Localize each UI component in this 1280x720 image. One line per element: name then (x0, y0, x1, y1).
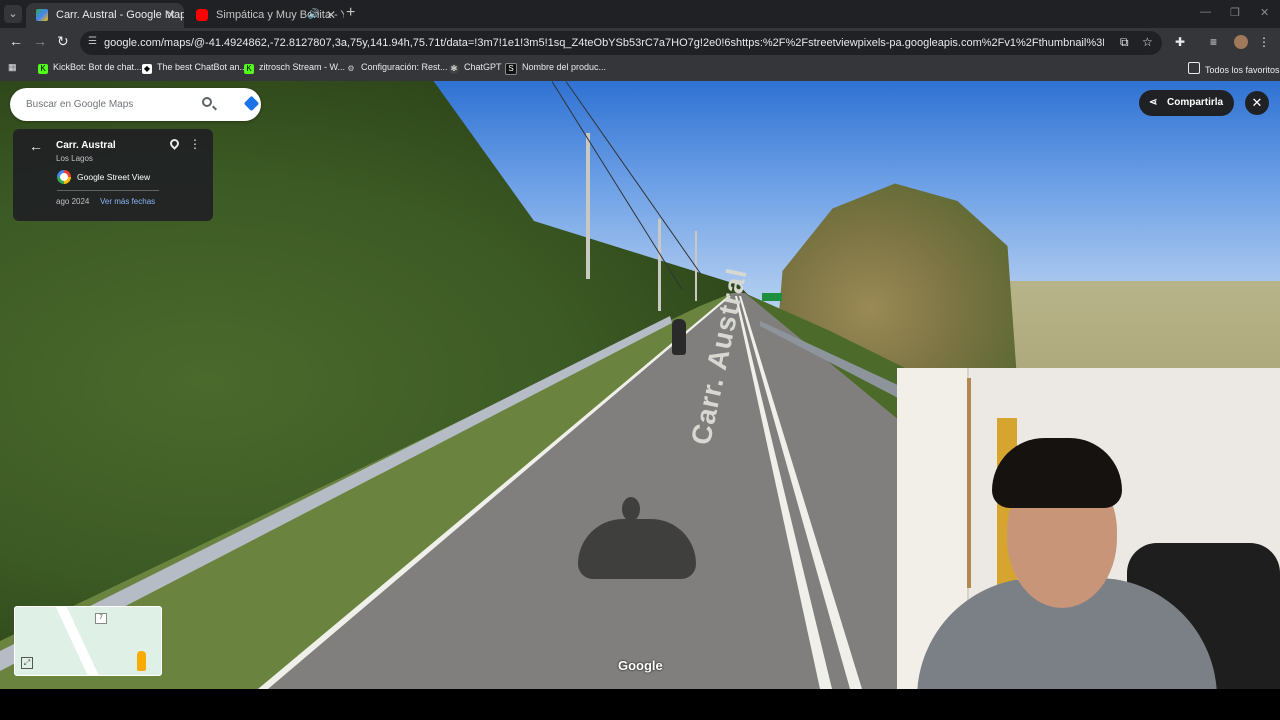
maps-search-box[interactable]: Buscar en Google Maps (10, 88, 261, 121)
bookmark-chatbot[interactable]: ◆ The best ChatBot an... (142, 62, 247, 74)
imagery-source: Google Street View (77, 172, 151, 182)
bookmark-kickbot[interactable]: K KickBot: Bot de chat... (38, 62, 142, 74)
bottom-letterbox (0, 689, 1280, 720)
minimize-button[interactable]: — (1200, 6, 1211, 18)
install-app-icon[interactable]: ⧉ (1120, 35, 1129, 50)
bookmark-producto[interactable]: S Nombre del produc... (505, 62, 606, 75)
location-pin-icon[interactable] (168, 137, 181, 150)
reload-icon[interactable]: ↻ (57, 33, 69, 50)
more-options-icon[interactable]: ⋮ (189, 137, 201, 151)
back-icon[interactable]: ← (9, 33, 23, 49)
s-icon: S (505, 63, 517, 75)
street-view-info-card: ← Carr. Austral Los Lagos ⋮ Google Stree… (13, 129, 213, 221)
bookmark-chatgpt[interactable]: ✻ ChatGPT (449, 62, 502, 74)
webcam-overlay (897, 368, 1280, 691)
openai-icon: ✻ (449, 64, 459, 74)
media-controls-icon[interactable]: ≡ (1210, 35, 1217, 49)
gear-icon: ⚙ (347, 64, 355, 73)
browser-toolbar: ← → ↻ ☰ google.com/maps/@-41.4924862,-72… (0, 28, 1280, 58)
tab-title: Simpática y Muy Bonita - Yo (216, 9, 344, 21)
chatbot-icon: ◆ (142, 64, 152, 74)
directions-icon[interactable] (243, 95, 260, 112)
bookmark-star-icon[interactable]: ☆ (1142, 35, 1153, 49)
share-label: Compartirla (1167, 97, 1224, 108)
utility-pole (658, 219, 661, 311)
minimap[interactable]: 7 ⤢ (14, 606, 162, 676)
folder-icon (1188, 62, 1200, 74)
kick-icon: K (244, 64, 254, 74)
back-arrow-icon[interactable]: ← (29, 138, 43, 154)
tab-google-maps[interactable]: Carr. Austral - Google Maps ✕ (26, 3, 184, 28)
close-tab-icon[interactable]: ✕ (326, 3, 336, 27)
tab-youtube[interactable]: Simpática y Muy Bonita - Yo 🔊 ✕ (186, 3, 344, 28)
apps-grid-icon[interactable]: ▦ (8, 62, 17, 73)
bookmarks-bar: ▦ K KickBot: Bot de chat... ◆ The best Cha… (0, 58, 1280, 82)
search-input[interactable]: Buscar en Google Maps (26, 88, 133, 121)
kick-icon: K (38, 64, 48, 74)
road-sign (762, 293, 782, 301)
share-icon: ⋖ (1149, 97, 1158, 108)
address-bar[interactable]: ☰ google.com/maps/@-41.4924862,-72.81278… (80, 31, 1162, 55)
place-region: Los Lagos (56, 154, 93, 163)
site-info-icon[interactable]: ☰ (88, 36, 97, 47)
google-maps-favicon (36, 9, 48, 21)
camera-shadow (578, 519, 696, 579)
all-favorites-folder[interactable]: Todos los favoritos (1188, 62, 1280, 75)
speaker-icon[interactable]: 🔊 (308, 3, 320, 27)
capture-date: ago 2024 (56, 197, 90, 206)
maximize-button[interactable]: ❐ (1230, 6, 1240, 19)
url-text[interactable]: google.com/maps/@-41.4924862,-72.8127807… (104, 31, 1104, 55)
profile-avatar[interactable] (1234, 35, 1248, 49)
tab-bar: ⌄ Carr. Austral - Google Maps ✕ Simpátic… (0, 0, 1280, 28)
bookmark-zitrosch[interactable]: Kzitrosch Stream - W... (244, 62, 345, 74)
forward-icon[interactable]: → (33, 33, 47, 49)
expand-map-icon[interactable]: ⤢ (21, 657, 33, 669)
more-dates-link[interactable]: Ver más fechas (100, 197, 155, 206)
google-watermark: Google (618, 658, 663, 673)
motorcyclist (672, 319, 686, 355)
tab-search-button[interactable]: ⌄ (4, 5, 22, 23)
utility-pole (586, 133, 590, 279)
close-street-view-button[interactable]: ✕ (1245, 91, 1269, 115)
tab-title: Carr. Austral - Google Maps (56, 9, 184, 21)
close-window-button[interactable]: ✕ (1260, 6, 1269, 19)
place-title: Carr. Austral (56, 140, 116, 151)
bookmark-configuracion[interactable]: ⚙ Configuración: Rest... (346, 62, 447, 74)
close-tab-icon[interactable]: ✕ (166, 3, 176, 27)
google-logo-icon (57, 170, 71, 184)
more-menu-icon[interactable]: ⋮ (1258, 35, 1270, 49)
search-icon[interactable] (202, 97, 212, 107)
new-tab-button[interactable]: + (346, 4, 355, 22)
camera-shadow-head (622, 497, 640, 521)
webcam-pole (967, 378, 971, 588)
youtube-favicon (196, 9, 208, 21)
share-button[interactable]: ⋖ Compartirla (1139, 90, 1234, 116)
route-shield: 7 (95, 613, 107, 624)
pegman-icon[interactable] (137, 651, 146, 671)
webcam-person-hair (992, 438, 1122, 508)
divider (57, 190, 159, 191)
extensions-icon[interactable]: ✚ (1175, 35, 1185, 49)
